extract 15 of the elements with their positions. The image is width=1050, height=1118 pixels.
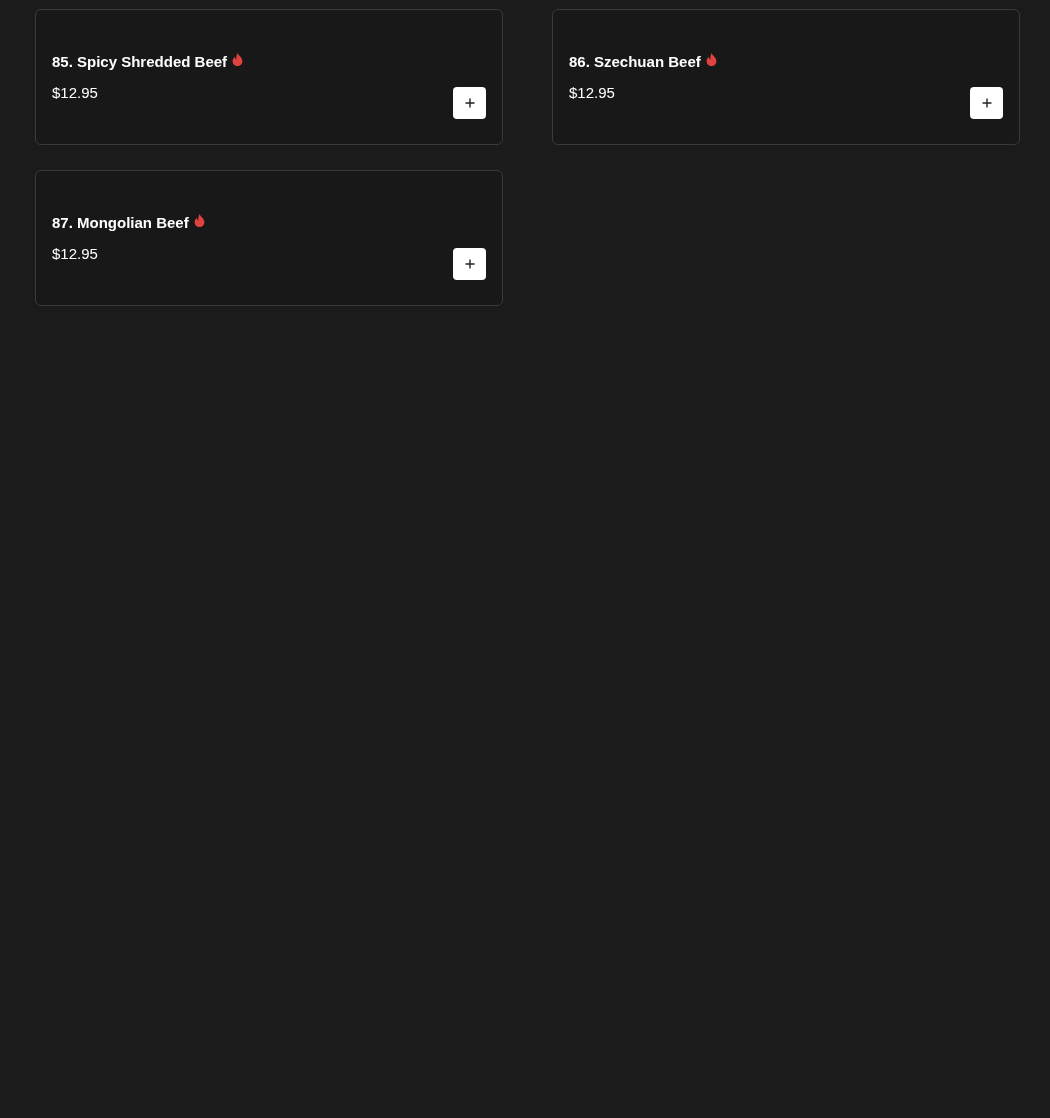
add-button[interactable]: [453, 248, 486, 280]
item-price: $12.95: [569, 84, 615, 101]
menu-item-card[interactable]: 85. Spicy Shredded Beef $12.95: [35, 9, 503, 145]
item-name: 86. Szechuan Beef: [569, 52, 701, 70]
item-name: 87. Mongolian Beef: [52, 213, 189, 231]
plus-icon: [981, 98, 992, 108]
plus-icon: [464, 259, 475, 269]
item-price: $12.95: [52, 245, 98, 262]
menu-item-card[interactable]: 87. Mongolian Beef $12.95: [35, 170, 503, 306]
plus-icon: [464, 98, 475, 108]
item-price: $12.95: [52, 84, 98, 101]
add-button[interactable]: [453, 87, 486, 119]
add-button[interactable]: [970, 87, 1003, 119]
menu-item-card[interactable]: 86. Szechuan Beef $12.95: [552, 9, 1020, 145]
item-name: 85. Spicy Shredded Beef: [52, 52, 228, 70]
